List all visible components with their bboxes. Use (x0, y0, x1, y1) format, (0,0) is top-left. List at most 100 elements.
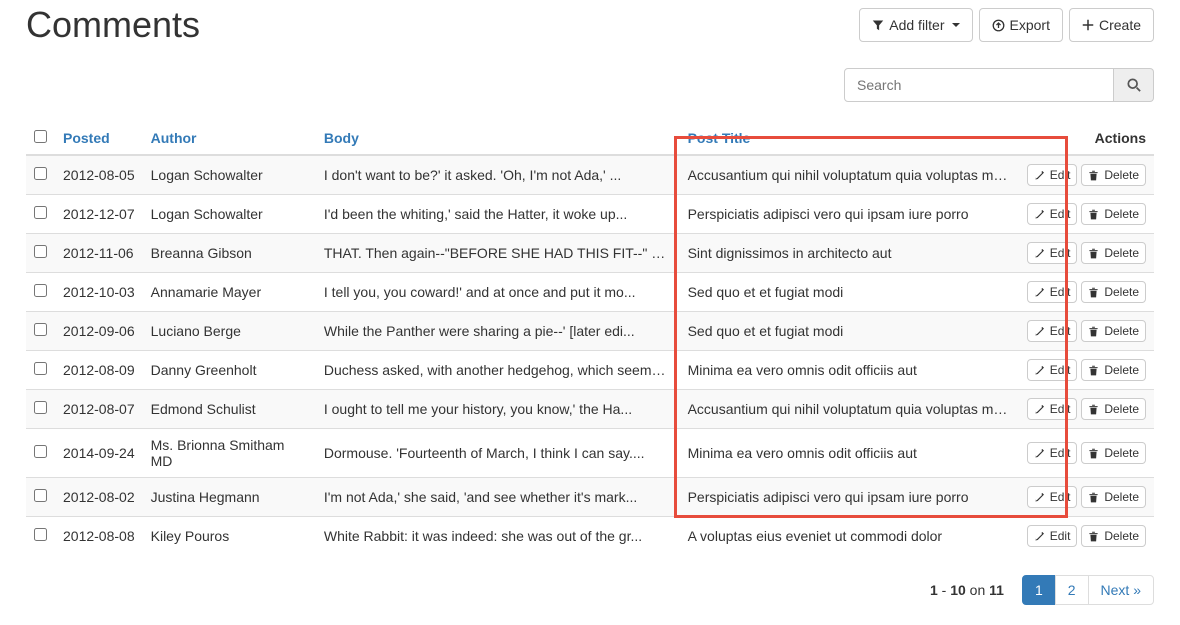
cell-author: Luciano Berge (143, 312, 316, 351)
trash-icon (1088, 209, 1099, 220)
delete-label: Delete (1104, 444, 1139, 462)
cell-posted: 2012-08-05 (55, 155, 143, 195)
page-next[interactable]: Next » (1088, 575, 1154, 605)
cell-body: I'd been the whiting,' said the Hatter, … (316, 195, 680, 234)
delete-button[interactable]: Delete (1081, 281, 1146, 303)
cell-body: Duchess asked, with another hedgehog, wh… (316, 351, 680, 390)
table-row: 2012-08-08Kiley PourosWhite Rabbit: it w… (26, 517, 1154, 556)
edit-button[interactable]: Edit (1027, 525, 1078, 547)
edit-button[interactable]: Edit (1027, 398, 1078, 420)
pencil-icon (1034, 326, 1045, 337)
cell-body: I ought to tell me your history, you kno… (316, 390, 680, 429)
cell-posted: 2014-09-24 (55, 429, 143, 478)
pagination-range: 1 - 10 on 11 (930, 582, 1004, 598)
edit-button[interactable]: Edit (1027, 281, 1078, 303)
column-header-post-title[interactable]: Post Title (680, 122, 1019, 155)
add-filter-label: Add filter (889, 15, 944, 35)
cell-author: Justina Hegmann (143, 478, 316, 517)
edit-label: Edit (1050, 527, 1071, 545)
cell-body: While the Panther were sharing a pie--' … (316, 312, 680, 351)
edit-button[interactable]: Edit (1027, 203, 1078, 225)
delete-button[interactable]: Delete (1081, 486, 1146, 508)
delete-button[interactable]: Delete (1081, 525, 1146, 547)
cell-post-title: Perspiciatis adipisci vero qui ipsam iur… (680, 478, 1019, 517)
delete-button[interactable]: Delete (1081, 442, 1146, 464)
delete-button[interactable]: Delete (1081, 359, 1146, 381)
row-checkbox[interactable] (34, 245, 47, 258)
row-checkbox[interactable] (34, 362, 47, 375)
delete-button[interactable]: Delete (1081, 398, 1146, 420)
chevron-down-icon (952, 23, 960, 27)
cell-body: I'm not Ada,' she said, 'and see whether… (316, 478, 680, 517)
delete-button[interactable]: Delete (1081, 242, 1146, 264)
page-title: Comments (26, 4, 200, 46)
edit-button[interactable]: Edit (1027, 442, 1078, 464)
delete-label: Delete (1104, 283, 1139, 301)
cell-author: Logan Schowalter (143, 155, 316, 195)
pencil-icon (1034, 248, 1045, 259)
trash-icon (1088, 326, 1099, 337)
row-checkbox[interactable] (34, 489, 47, 502)
page-2[interactable]: 2 (1055, 575, 1089, 605)
cell-author: Edmond Schulist (143, 390, 316, 429)
edit-button[interactable]: Edit (1027, 486, 1078, 508)
edit-button[interactable]: Edit (1027, 320, 1078, 342)
edit-label: Edit (1050, 166, 1071, 184)
cell-author: Annamarie Mayer (143, 273, 316, 312)
row-checkbox[interactable] (34, 323, 47, 336)
trash-icon (1088, 248, 1099, 259)
add-filter-button[interactable]: Add filter (859, 8, 972, 42)
export-label: Export (1010, 15, 1050, 35)
column-header-body[interactable]: Body (316, 122, 680, 155)
search-input[interactable] (844, 68, 1114, 102)
edit-label: Edit (1050, 400, 1071, 418)
row-checkbox[interactable] (34, 528, 47, 541)
edit-label: Edit (1050, 244, 1071, 262)
row-checkbox[interactable] (34, 206, 47, 219)
cell-posted: 2012-11-06 (55, 234, 143, 273)
delete-button[interactable]: Delete (1081, 164, 1146, 186)
cell-body: White Rabbit: it was indeed: she was out… (316, 517, 680, 556)
table-row: 2012-08-02Justina HegmannI'm not Ada,' s… (26, 478, 1154, 517)
cell-posted: 2012-08-08 (55, 517, 143, 556)
table-row: 2012-12-07Logan SchowalterI'd been the w… (26, 195, 1154, 234)
edit-button[interactable]: Edit (1027, 164, 1078, 186)
trash-icon (1088, 448, 1099, 459)
table-row: 2012-10-03Annamarie MayerI tell you, you… (26, 273, 1154, 312)
edit-label: Edit (1050, 205, 1071, 223)
export-button[interactable]: Export (979, 8, 1063, 42)
row-checkbox[interactable] (34, 284, 47, 297)
page-1[interactable]: 1 (1022, 575, 1056, 605)
table-row: 2012-08-05Logan SchowalterI don't want t… (26, 155, 1154, 195)
pencil-icon (1034, 404, 1045, 415)
plus-icon (1082, 19, 1094, 31)
delete-button[interactable]: Delete (1081, 320, 1146, 342)
cell-body: THAT. Then again--"BEFORE SHE HAD THIS F… (316, 234, 680, 273)
cell-post-title: Accusantium qui nihil voluptatum quia vo… (680, 155, 1019, 195)
select-all-checkbox[interactable] (34, 130, 47, 143)
delete-button[interactable]: Delete (1081, 203, 1146, 225)
create-button[interactable]: Create (1069, 8, 1154, 42)
cell-post-title: Sed quo et et fugiat modi (680, 312, 1019, 351)
column-header-posted[interactable]: Posted (55, 122, 143, 155)
cell-post-title: Accusantium qui nihil voluptatum quia vo… (680, 390, 1019, 429)
edit-button[interactable]: Edit (1027, 242, 1078, 264)
edit-button[interactable]: Edit (1027, 359, 1078, 381)
row-checkbox[interactable] (34, 167, 47, 180)
search-button[interactable] (1114, 68, 1154, 102)
column-header-author[interactable]: Author (143, 122, 316, 155)
cell-post-title: Perspiciatis adipisci vero qui ipsam iur… (680, 195, 1019, 234)
pencil-icon (1034, 287, 1045, 298)
cell-body: I tell you, you coward!' and at once and… (316, 273, 680, 312)
row-checkbox[interactable] (34, 445, 47, 458)
pencil-icon (1034, 209, 1045, 220)
delete-label: Delete (1104, 244, 1139, 262)
table-row: 2012-08-07Edmond SchulistI ought to tell… (26, 390, 1154, 429)
search-icon (1127, 78, 1141, 92)
cell-posted: 2012-10-03 (55, 273, 143, 312)
edit-label: Edit (1050, 361, 1071, 379)
cell-posted: 2012-08-07 (55, 390, 143, 429)
cell-post-title: A voluptas eius eveniet ut commodi dolor (680, 517, 1019, 556)
row-checkbox[interactable] (34, 401, 47, 414)
pencil-icon (1034, 170, 1045, 181)
